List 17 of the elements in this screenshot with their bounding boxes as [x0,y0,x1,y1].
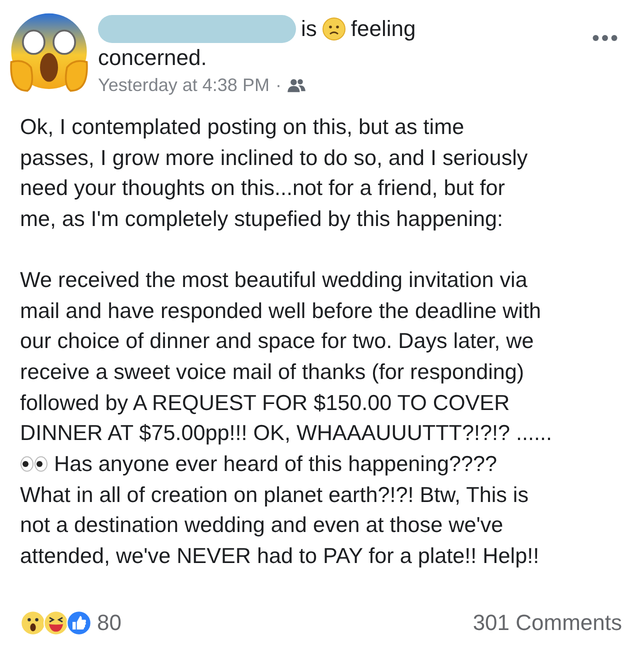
separator-dot: · [275,74,282,97]
post-paragraph: We received the most beautiful wedding invitation via mail and have responded well before the deadline with our choice of dinner and space for two. Days later, we receive a sweet voice mail of thanks (for responding) followed by A REQUEST FOR $150.00 TO COVER DINNER AT $75.00pp!!! OK, WHAAAUUUTTT?!?!? ...... [20,266,554,448]
post-paragraph: Has anyone ever heard of this happening???? What in all of creation on planet earth?!?! Btw, This is not a destination wedding and even at those we've attended, we've NEVER had to PAY for a plate!! Help!! [20,450,540,570]
friends-audience-icon[interactable] [287,78,306,92]
laughing-reaction-icon[interactable] [43,610,69,636]
post-paragraph: Ok, I contemplated posting on this, but as time passes, I grow more inclined to do so, and I seriously need your thoughts on this...not for a friend, but for me, as I'm completely stupefied by this happening: [20,113,529,234]
status-verb: is [301,15,317,43]
worried-face-icon [322,17,346,41]
wow-reaction-icon[interactable] [20,610,46,636]
post-timestamp[interactable]: Yesterday at 4:38 PM [98,73,270,97]
comments-count-link[interactable]: 301 Comments [472,610,622,636]
more-options-icon[interactable] [592,34,618,42]
feeling-label: feeling [350,15,416,43]
eyes-icon [20,456,48,472]
like-reaction-icon[interactable] [66,610,92,636]
feeling-text: concerned. [98,44,208,72]
reaction-count[interactable]: 80 [97,610,122,636]
